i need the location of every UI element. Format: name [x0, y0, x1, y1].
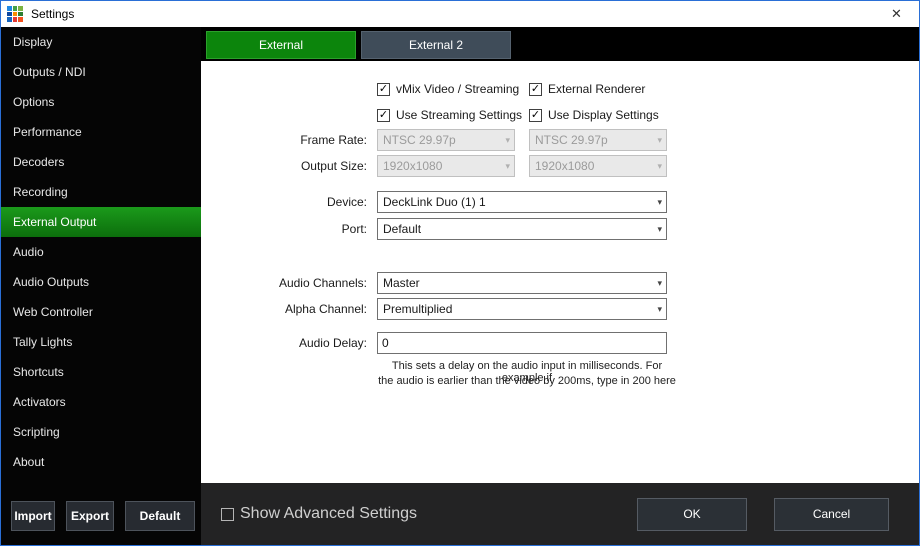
use-display-settings-label: Use Display Settings [548, 108, 659, 122]
frame-rate-select-2[interactable]: NTSC 29.97p ▾ [529, 129, 667, 151]
external-output-form: ✓ vMix Video / Streaming ✓ External Rend… [201, 61, 919, 483]
port-label: Port: [201, 218, 367, 240]
use-streaming-settings-label: Use Streaming Settings [396, 108, 522, 122]
device-label: Device: [201, 191, 367, 213]
sidebar-item-scripting[interactable]: Scripting [1, 417, 201, 447]
tab-external[interactable]: External [206, 31, 356, 59]
output-size-value-1: 1920x1080 [383, 159, 501, 173]
sidebar-item-external-output[interactable]: External Output [1, 207, 201, 237]
check-icon: ✓ [377, 109, 390, 122]
sidebar-item-decoders[interactable]: Decoders [1, 147, 201, 177]
ok-button[interactable]: OK [637, 498, 747, 531]
tab-external-2[interactable]: External 2 [361, 31, 511, 59]
main-panel: External External 2 ✓ vMix Video / Strea… [201, 27, 919, 545]
vmix-video-streaming-label: vMix Video / Streaming [396, 82, 519, 96]
external-renderer-label: External Renderer [548, 82, 645, 96]
sidebar-item-options[interactable]: Options [1, 87, 201, 117]
export-button[interactable]: Export [66, 501, 114, 531]
audio-channels-select[interactable]: Master ▾ [377, 272, 667, 294]
chevron-down-icon: ▾ [505, 135, 510, 146]
alpha-channel-select[interactable]: Premultiplied ▾ [377, 298, 667, 320]
device-select[interactable]: DeckLink Duo (1) 1 ▾ [377, 191, 667, 213]
sidebar-item-performance[interactable]: Performance [1, 117, 201, 147]
audio-delay-input[interactable] [377, 332, 667, 354]
show-advanced-settings-checkbox[interactable]: Show Advanced Settings [221, 506, 417, 522]
import-button[interactable]: Import [11, 501, 55, 531]
default-button[interactable]: Default [125, 501, 195, 531]
check-icon: ✓ [529, 83, 542, 96]
sidebar-item-about[interactable]: About [1, 447, 201, 477]
audio-delay-help-line2: the audio is earlier than the video by 2… [377, 375, 677, 387]
audio-delay-label: Audio Delay: [201, 332, 367, 354]
window-title: Settings [31, 7, 74, 21]
sidebar-item-activators[interactable]: Activators [1, 387, 201, 417]
chevron-down-icon: ▾ [505, 161, 510, 172]
external-renderer-checkbox[interactable]: ✓ External Renderer [529, 81, 645, 97]
footer-bar: Show Advanced Settings OK Cancel [201, 483, 919, 545]
use-display-settings-checkbox[interactable]: ✓ Use Display Settings [529, 107, 659, 123]
chevron-down-icon: ▾ [657, 161, 662, 172]
frame-rate-value-1: NTSC 29.97p [383, 133, 501, 147]
chevron-down-icon: ▾ [657, 224, 662, 235]
output-size-label: Output Size: [201, 155, 367, 177]
sidebar-item-tally-lights[interactable]: Tally Lights [1, 327, 201, 357]
alpha-channel-value: Premultiplied [383, 302, 653, 316]
output-size-value-2: 1920x1080 [535, 159, 653, 173]
sidebar-item-audio[interactable]: Audio [1, 237, 201, 267]
sidebar-item-display[interactable]: Display [1, 27, 201, 57]
sidebar-item-audio-outputs[interactable]: Audio Outputs [1, 267, 201, 297]
settings-sidebar: Display Outputs / NDI Options Performanc… [1, 27, 201, 545]
check-icon: ✓ [529, 109, 542, 122]
tab-bar: External External 2 [201, 27, 919, 61]
device-value: DeckLink Duo (1) 1 [383, 195, 653, 209]
vmix-video-streaming-checkbox[interactable]: ✓ vMix Video / Streaming [377, 81, 519, 97]
use-streaming-settings-checkbox[interactable]: ✓ Use Streaming Settings [377, 107, 522, 123]
output-size-select-2[interactable]: 1920x1080 ▾ [529, 155, 667, 177]
chevron-down-icon: ▾ [657, 304, 662, 315]
chevron-down-icon: ▾ [657, 278, 662, 289]
sidebar-footer: Import Export Default [1, 501, 201, 545]
chevron-down-icon: ▾ [657, 197, 662, 208]
audio-channels-label: Audio Channels: [201, 272, 367, 294]
sidebar-item-shortcuts[interactable]: Shortcuts [1, 357, 201, 387]
frame-rate-select-1[interactable]: NTSC 29.97p ▾ [377, 129, 515, 151]
show-advanced-settings-label: Show Advanced Settings [240, 505, 417, 523]
frame-rate-label: Frame Rate: [201, 129, 367, 151]
port-select[interactable]: Default ▾ [377, 218, 667, 240]
port-value: Default [383, 222, 653, 236]
frame-rate-value-2: NTSC 29.97p [535, 133, 653, 147]
vmix-logo-icon [7, 6, 23, 22]
check-icon: ✓ [377, 83, 390, 96]
audio-channels-value: Master [383, 276, 653, 290]
alpha-channel-label: Alpha Channel: [201, 298, 367, 320]
checkbox-unchecked-icon [221, 508, 234, 521]
cancel-button[interactable]: Cancel [774, 498, 889, 531]
sidebar-item-outputs-ndi[interactable]: Outputs / NDI [1, 57, 201, 87]
sidebar-item-recording[interactable]: Recording [1, 177, 201, 207]
close-icon[interactable]: ✕ [874, 1, 919, 27]
chevron-down-icon: ▾ [657, 135, 662, 146]
title-bar: Settings ✕ [1, 1, 919, 27]
output-size-select-1[interactable]: 1920x1080 ▾ [377, 155, 515, 177]
sidebar-item-web-controller[interactable]: Web Controller [1, 297, 201, 327]
